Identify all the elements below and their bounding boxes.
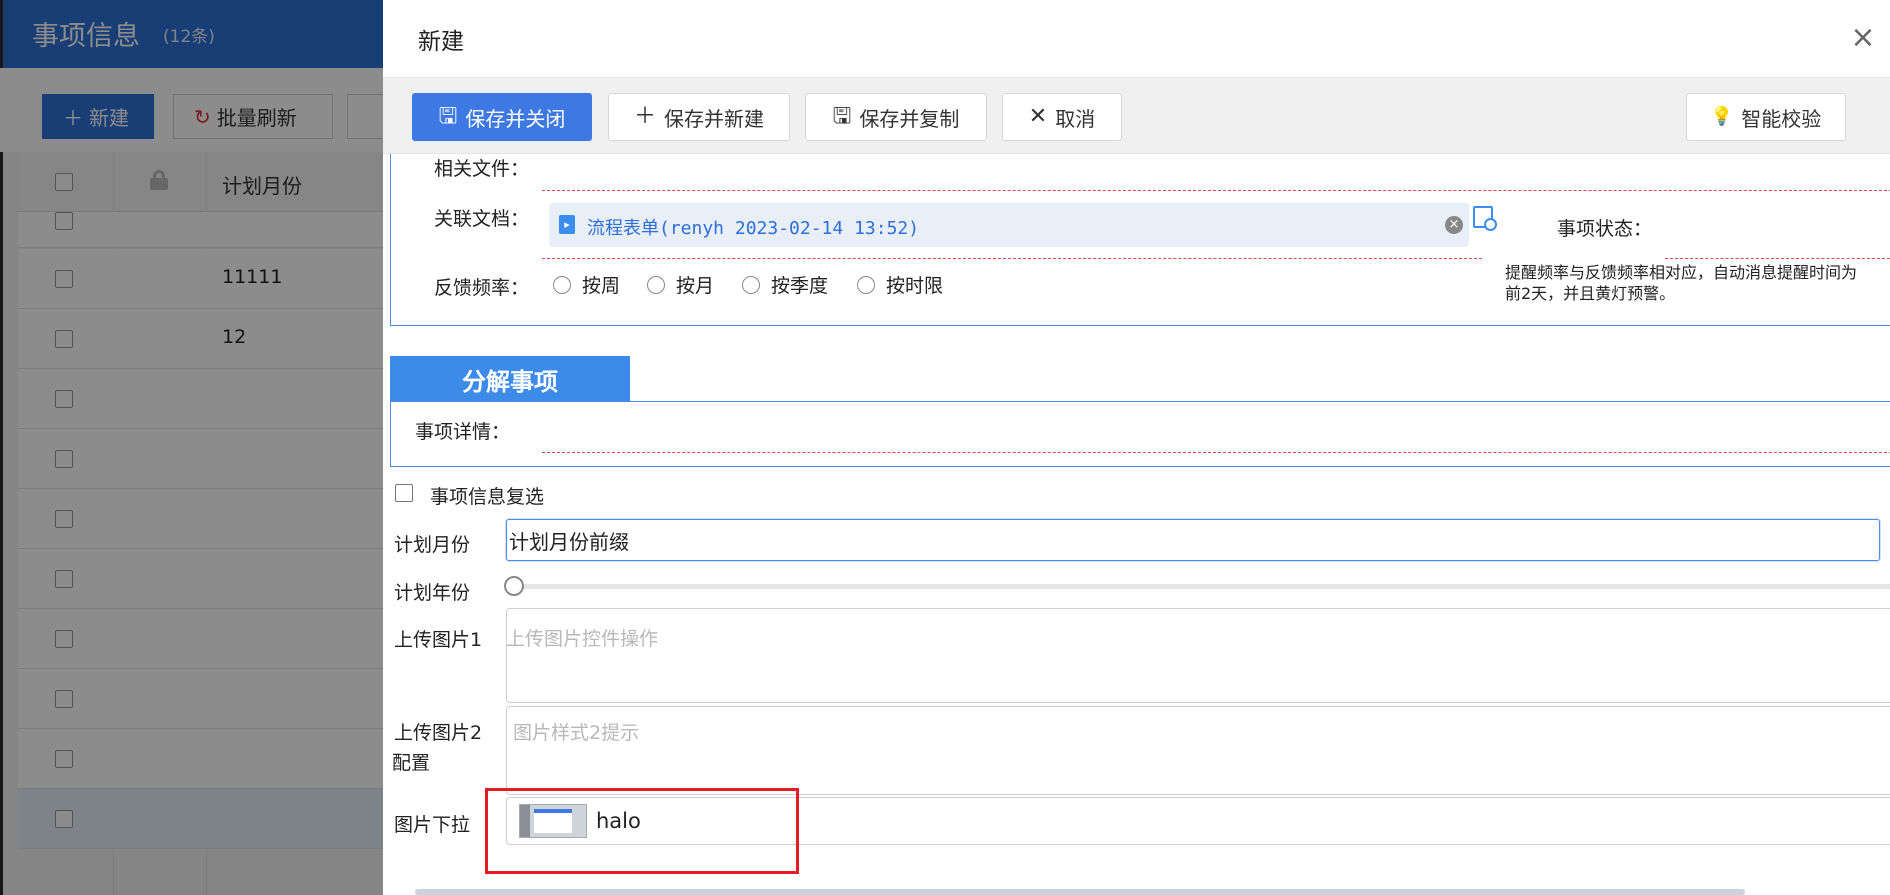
radio-deadline[interactable]	[857, 276, 875, 294]
radio-deadline-label[interactable]: 按时限	[886, 271, 943, 298]
radio-weekly-label[interactable]: 按周	[582, 271, 620, 298]
plan-year-slider-track[interactable]	[513, 584, 1890, 589]
upload1-placeholder: 上传图片控件操作	[506, 628, 659, 650]
lightbulb-icon: 💡	[1710, 106, 1734, 127]
related-files-label: 相关文件：	[434, 158, 530, 180]
field-underline	[1665, 258, 1890, 259]
save-and-close-button[interactable]: 🖫 保存并关闭	[412, 93, 592, 141]
upload1-field[interactable]	[506, 608, 1890, 703]
linked-doc-chip[interactable]: ▸ 流程表单(renyh 2023-02-14 13:52) ×	[549, 203, 1469, 247]
radio-weekly[interactable]	[553, 276, 571, 294]
upload2-label: 上传图片2 配置	[392, 718, 483, 775]
multi-check-checkbox[interactable]	[395, 484, 413, 502]
linked-doc-name[interactable]: 流程表单(renyh 2023-02-14 13:52)	[587, 214, 919, 240]
upload2-label-line: 配置	[392, 752, 431, 774]
save-icon: 🖫	[438, 104, 458, 129]
upload2-label-line: 上传图片2	[394, 722, 483, 744]
plan-year-slider-handle[interactable]	[504, 576, 524, 596]
drawer-header: 新建 ×	[383, 0, 1890, 78]
hint-line: 前2天，并且黄灯预警。	[1505, 284, 1676, 303]
form-section-breakdown	[390, 401, 1890, 467]
status-label: 事项状态：	[1557, 218, 1653, 240]
hint-line: 提醒频率与反馈频率相对应，自动消息提醒时间为	[1505, 263, 1858, 282]
plan-month-label: 计划月份	[394, 534, 471, 556]
field-underline	[542, 452, 1890, 453]
smart-check-button[interactable]: 💡 智能校验	[1686, 93, 1846, 141]
radio-quarterly-label[interactable]: 按季度	[771, 271, 828, 298]
radio-quarterly[interactable]	[742, 276, 760, 294]
new-item-drawer: 新建 × 🖫 保存并关闭 ＋ 保存并新建 🖫 保存并复制 ✕ 取消 💡 智能校验…	[383, 0, 1890, 895]
select-document-icon[interactable]	[1473, 206, 1497, 231]
upload2-placeholder: 图片样式2提示	[513, 722, 640, 744]
close-icon[interactable]: ×	[1846, 20, 1880, 55]
section-tab-breakdown[interactable]: 分解事项	[390, 356, 630, 402]
linked-docs-label: 关联文档：	[434, 208, 530, 230]
feedback-frequency-label: 反馈频率：	[434, 277, 530, 299]
upload2-field[interactable]	[506, 706, 1890, 795]
close-icon: ✕	[1028, 104, 1048, 129]
remove-icon[interactable]: ×	[1445, 216, 1463, 234]
multi-check-label[interactable]: 事项信息复选	[430, 482, 544, 509]
radio-monthly[interactable]	[647, 276, 665, 294]
plan-month-input[interactable]: 计划月份前缀	[506, 519, 1880, 561]
image-dropdown-label: 图片下拉	[394, 814, 471, 836]
field-underline	[542, 190, 1890, 191]
drawer-title: 新建	[418, 29, 464, 55]
cancel-button[interactable]: ✕ 取消	[1002, 93, 1122, 141]
upload1-label: 上传图片1	[394, 629, 483, 651]
horizontal-scrollbar[interactable]	[415, 889, 1745, 895]
detail-label: 事项详情：	[415, 421, 511, 443]
plan-month-value[interactable]: 计划月份前缀	[509, 526, 629, 555]
plus-icon: ＋	[633, 104, 656, 129]
save-and-copy-button[interactable]: 🖫 保存并复制	[805, 93, 987, 141]
field-underline	[542, 258, 1482, 259]
save-and-new-button[interactable]: ＋ 保存并新建	[608, 93, 790, 141]
form-file-icon: ▸	[559, 215, 575, 234]
radio-monthly-label[interactable]: 按月	[676, 271, 714, 298]
plan-year-label: 计划年份	[394, 582, 471, 604]
save-copy-icon: 🖫	[832, 104, 852, 129]
highlight-box	[485, 788, 799, 874]
frequency-hint: 提醒频率与反馈频率相对应，自动消息提醒时间为 前2天，并且黄灯预警。	[1505, 262, 1890, 304]
